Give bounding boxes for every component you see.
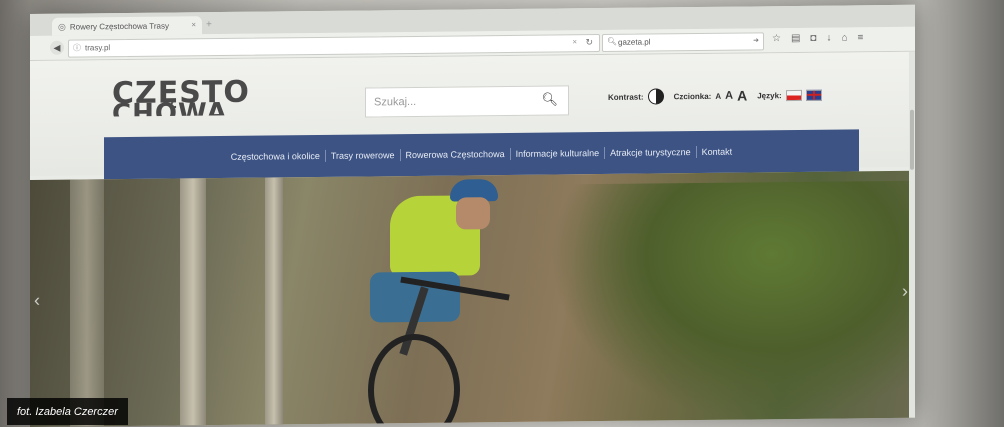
photo-credit: fot. Izabela Czerczer [7, 398, 128, 425]
chevron-right-icon[interactable]: › [902, 281, 908, 302]
scrollbar-thumb[interactable] [910, 109, 914, 170]
language-label: Język: [757, 90, 782, 100]
back-arrow-icon[interactable]: ◀ [50, 40, 64, 55]
font-small-button[interactable]: A [715, 91, 721, 100]
font-large-button[interactable]: A [737, 87, 747, 103]
font-size-label: Czcionka: [673, 91, 712, 101]
nav-item-atrakcje-turystyczne[interactable]: Atrakcje turystyczne [605, 146, 697, 159]
logo-line-2: CHOWA [112, 97, 228, 130]
url-text: trasy.pl [85, 43, 111, 53]
home-icon[interactable]: ⌂ [841, 32, 847, 43]
nav-item-trasy-rowerowe[interactable]: Trasy rowerowe [325, 149, 401, 162]
search-icon: 🔍︎ [607, 36, 618, 46]
projector-photo: ◎ Rowery Częstochowa Trasy × + ◀ ⓘ trasy… [0, 0, 1004, 427]
toolbar-icons: ☆ ▤ ◘ ↓ ⌂ ≡ [772, 32, 863, 44]
new-tab-button[interactable]: + [206, 19, 212, 30]
nav-item-rowerowa-czestochowa[interactable]: Rowerowa Częstochowa [400, 147, 511, 162]
pocket-icon[interactable]: ◘ [810, 33, 816, 44]
info-icon[interactable]: ⓘ [73, 42, 81, 53]
star-icon[interactable]: ☆ [772, 33, 781, 44]
hero-slider-image: ‹ › [30, 170, 915, 427]
browser-search-value: gazeta.pl [618, 37, 651, 47]
globe-icon: ◎ [58, 21, 66, 32]
site-logo[interactable]: CZĘSTO CHOWA [112, 75, 250, 130]
chevron-left-icon[interactable]: ‹ [34, 290, 40, 311]
font-medium-button[interactable]: A [725, 90, 733, 102]
site-search-box[interactable]: Szukaj... 🔍︎ [365, 85, 569, 118]
hamburger-menu-icon[interactable]: ≡ [858, 32, 864, 43]
tree-trunk [180, 178, 206, 426]
mossy-slope [550, 180, 915, 425]
contrast-toggle-icon[interactable] [647, 88, 664, 105]
tab-title: Rowery Częstochowa Trasy [69, 21, 170, 32]
magnifier-icon[interactable]: 🔍︎ [541, 91, 558, 107]
bike-wheel [368, 333, 460, 427]
tree-trunk [70, 179, 104, 427]
browser-search-bar[interactable]: 🔍︎ gazeta.pl ➜ [602, 32, 764, 53]
accessibility-controls: Kontrast: Czcionka: A A A Język: [608, 87, 822, 105]
reload-icon[interactable]: ↻ [585, 37, 593, 48]
nav-item-kontakt[interactable]: Kontakt [697, 146, 738, 158]
contrast-label: Kontrast: [608, 92, 644, 102]
polish-flag-icon[interactable] [785, 89, 802, 101]
page-scrollbar[interactable] [909, 51, 915, 418]
download-icon[interactable]: ↓ [826, 33, 831, 44]
nav-item-czestochowa-okolice[interactable]: Częstochowa i okolice [225, 149, 326, 163]
browser-tab[interactable]: ◎ Rowery Częstochowa Trasy × [52, 16, 202, 36]
projected-screen: ◎ Rowery Częstochowa Trasy × + ◀ ⓘ trasy… [30, 4, 915, 427]
tree-trunk [265, 177, 283, 425]
nav-item-informacje-kulturalne[interactable]: Informacje kulturalne [510, 146, 606, 160]
uk-flag-icon[interactable] [805, 89, 822, 101]
cyclist-face [456, 197, 490, 230]
clear-icon[interactable]: × [572, 37, 577, 46]
library-icon[interactable]: ▤ [791, 33, 800, 44]
close-icon[interactable]: × [191, 20, 196, 29]
address-bar[interactable]: ⓘ trasy.pl × ↻ [68, 34, 600, 58]
search-go-icon[interactable]: ➜ [753, 36, 759, 44]
site-search-placeholder: Szukaj... [374, 95, 417, 109]
